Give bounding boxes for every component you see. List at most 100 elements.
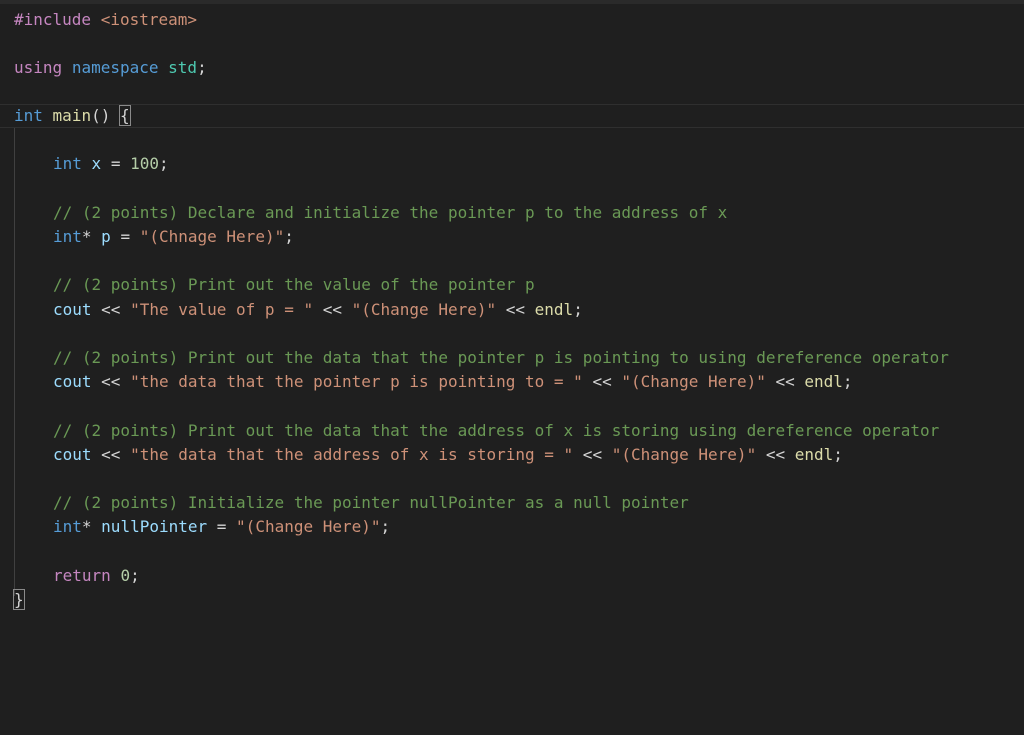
code-token: #include [14,10,92,29]
code-token: // (2 points) Declare and initialize the… [53,203,728,222]
code-token: int [14,106,43,125]
code-line[interactable]: cout << "The value of p = " << "(Change … [0,298,1024,322]
code-editor[interactable]: #include <iostream> using namespace std;… [0,0,1024,735]
code-text: } [13,588,25,612]
code-token: ; [284,227,294,246]
code-line[interactable]: int* p = "(Chnage Here)"; [0,225,1024,249]
code-token: ; [573,300,583,319]
code-token: cout [53,445,92,464]
code-token: "(Change Here)" [351,300,497,319]
code-token: ; [159,154,169,173]
code-token: "the data that the address of x is stori… [130,445,574,464]
code-token: "(Chnage Here)" [139,227,285,246]
code-token: << [582,372,622,391]
code-token: // (2 points) Initialize the pointer nul… [53,493,689,512]
editor-top-edge [0,0,1024,4]
matched-bracket: } [13,589,25,610]
code-token: ; [842,372,853,391]
code-token: "the data that the pointer p is pointing… [130,372,583,391]
code-line[interactable]: cout << "the data that the address of x … [0,443,1024,467]
code-token: cout [53,300,92,319]
code-line[interactable]: #include <iostream> [0,8,1024,32]
code-token: endl [804,372,843,391]
code-line[interactable]: // (2 points) Declare and initialize the… [0,201,1024,225]
code-text: return 0; [53,564,140,588]
code-token: = [101,154,131,173]
code-token: cout [53,372,92,391]
code-token: x [91,154,102,173]
code-text: cout << "The value of p = " << "(Change … [53,298,583,322]
code-text: // (2 points) Print out the value of the… [53,273,535,297]
code-token: << [765,372,805,391]
code-text: // (2 points) Print out the data that th… [53,419,939,443]
code-token: << [91,300,131,319]
code-token: () [91,106,120,125]
code-token: = [110,227,140,246]
code-text: using namespace std; [14,56,207,80]
code-token: using [14,58,63,77]
code-token: int [53,154,82,173]
code-text: int* nullPointer = "(Change Here)"; [53,515,390,539]
code-token: "(Change Here)" [611,445,757,464]
code-token: ; [130,566,140,585]
code-token: // (2 points) Print out the value of the… [53,275,535,294]
code-token: return [53,566,111,585]
code-token: // (2 points) Print out the data that th… [53,421,940,440]
code-token: ; [380,517,391,536]
code-token: // (2 points) Print out the data that th… [53,348,949,367]
code-token: << [756,445,795,464]
code-line[interactable]: using namespace std; [0,56,1024,80]
code-line[interactable]: int* nullPointer = "(Change Here)"; [0,515,1024,539]
code-line[interactable]: } [0,588,1024,612]
code-line[interactable]: int main() { [0,104,1024,128]
code-token: endl [794,445,834,464]
code-text: cout << "the data that the address of x … [53,443,843,467]
code-token: ; [197,58,207,77]
code-line[interactable]: int x = 100; [0,152,1024,176]
code-token: 100 [130,154,159,173]
code-token: << [496,300,535,319]
code-text: cout << "the data that the pointer p is … [53,370,853,394]
code-token: "(Change Here)" [621,372,766,391]
code-text: int x = 100; [53,152,169,176]
code-text: int* p = "(Chnage Here)"; [53,225,294,249]
code-token: <iostream> [100,10,198,29]
code-line[interactable]: // (2 points) Initialize the pointer nul… [0,491,1024,515]
code-token: "(Change Here)" [236,517,381,536]
code-token: endl [534,300,574,319]
code-token: main [52,106,92,125]
code-token: << [313,300,352,319]
code-token: int [53,517,82,536]
code-line[interactable]: // (2 points) Print out the data that th… [0,346,1024,370]
code-token: << [91,372,131,391]
code-text: // (2 points) Declare and initialize the… [53,201,727,225]
code-token: = [207,517,237,536]
code-line[interactable]: // (2 points) Print out the data that th… [0,419,1024,443]
code-token: namespace [71,58,159,77]
code-text: // (2 points) Print out the data that th… [53,346,949,370]
code-token: * [81,227,102,246]
code-token: nullPointer [101,517,208,536]
code-text: int main() { [14,104,131,128]
code-line[interactable]: cout << "the data that the pointer p is … [0,370,1024,394]
matched-bracket: { [119,105,131,126]
code-token: << [573,445,612,464]
code-token: std [168,58,198,77]
code-token: ; [833,445,843,464]
code-token: int [53,227,82,246]
code-token: << [91,445,131,464]
code-text: // (2 points) Initialize the pointer nul… [53,491,689,515]
code-line[interactable]: // (2 points) Print out the value of the… [0,273,1024,297]
code-token: 0 [120,566,131,585]
code-token: p [101,227,111,246]
code-token: "The value of p = " [130,300,314,319]
code-text: #include <iostream> [14,8,197,32]
code-token: * [81,517,102,536]
code-line[interactable]: return 0; [0,564,1024,588]
